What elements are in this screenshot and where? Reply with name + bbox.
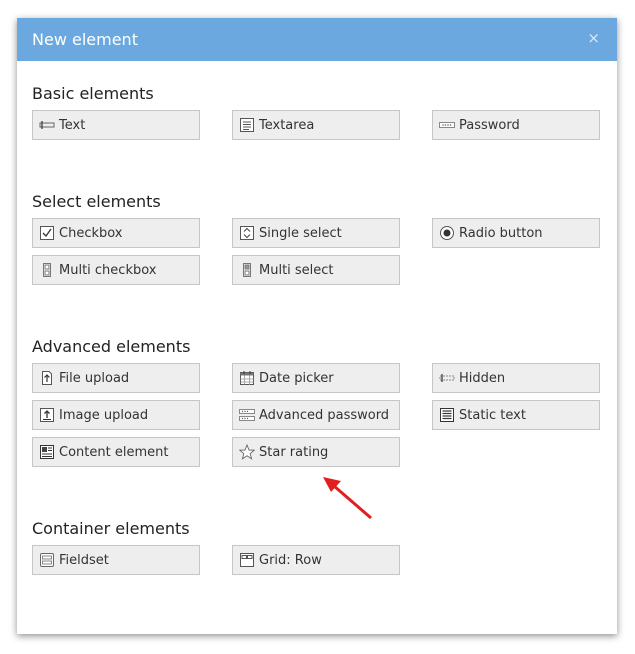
- annotation-arrow: [323, 477, 372, 520]
